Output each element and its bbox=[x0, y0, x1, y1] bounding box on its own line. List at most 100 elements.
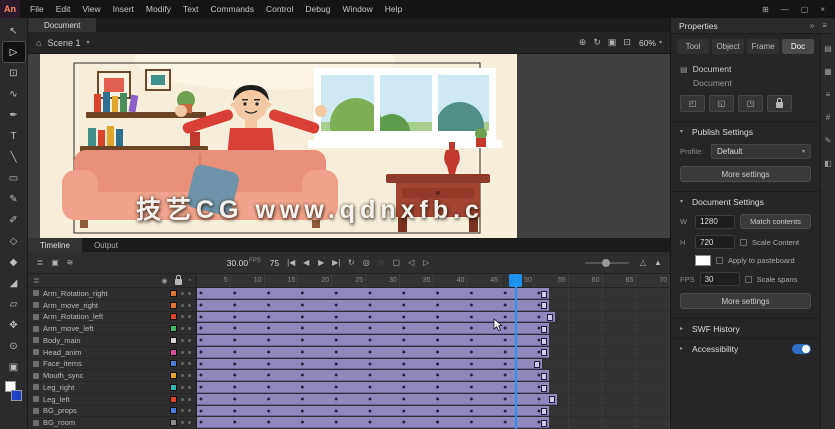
layer-name[interactable]: Arm_move_left bbox=[43, 323, 166, 334]
match-contents-button[interactable]: Match contents bbox=[740, 214, 811, 229]
layer-outline-color[interactable] bbox=[170, 336, 177, 344]
doc-more-settings-button[interactable]: More settings bbox=[680, 293, 811, 309]
swf-history-header[interactable]: ▸ SWF History bbox=[671, 319, 820, 338]
layer-outline-color[interactable] bbox=[170, 325, 177, 333]
layer-visibility-toggle[interactable] bbox=[181, 409, 184, 413]
zoom-control[interactable]: 60% ▾ bbox=[639, 38, 662, 48]
layer-name[interactable]: Leg_right bbox=[43, 382, 166, 393]
layer-outline-color[interactable] bbox=[170, 383, 177, 391]
layer-row[interactable]: Head_anim bbox=[28, 347, 196, 359]
rectangle-tool[interactable]: ▭ bbox=[3, 168, 25, 188]
menu-item[interactable]: Window bbox=[336, 0, 378, 18]
show-hide-all-icon[interactable]: ◉ bbox=[161, 277, 167, 285]
eyedropper-tool[interactable]: ◢ bbox=[3, 273, 25, 293]
menu-item[interactable]: Help bbox=[379, 0, 408, 18]
frame-row[interactable] bbox=[197, 370, 670, 382]
layer-row[interactable]: Leg_right bbox=[28, 382, 196, 394]
frame-span[interactable] bbox=[197, 382, 549, 393]
layer-outline-color[interactable] bbox=[170, 372, 177, 380]
layer-row[interactable]: BG_props bbox=[28, 406, 196, 418]
frame-span[interactable] bbox=[197, 346, 549, 358]
brush-tool[interactable]: ✐ bbox=[3, 210, 25, 230]
layer-name[interactable]: BG_room bbox=[43, 417, 166, 428]
profiles-icon[interactable]: ◱ bbox=[709, 95, 734, 112]
profile-select[interactable]: Default ▾ bbox=[711, 144, 811, 159]
text-tool[interactable]: T bbox=[3, 126, 25, 146]
collapse-panel-icon[interactable]: » bbox=[810, 21, 814, 30]
frame-row[interactable] bbox=[197, 346, 670, 359]
frame-span[interactable] bbox=[197, 393, 557, 405]
lock-all-icon[interactable] bbox=[174, 275, 182, 285]
publish-settings-icon[interactable]: ◰ bbox=[680, 95, 705, 112]
tab-timeline[interactable]: Timeline bbox=[28, 238, 82, 252]
layer-name[interactable]: Body_main bbox=[43, 335, 166, 346]
free-transform-tool[interactable]: ⊡ bbox=[3, 63, 25, 83]
layer-name[interactable]: Mouth_sync bbox=[43, 370, 166, 381]
clip-content-icon[interactable]: ▣ bbox=[608, 37, 617, 48]
layer-lock-toggle[interactable] bbox=[188, 362, 191, 366]
advanced-layers-icon[interactable]: ≋ bbox=[64, 255, 76, 271]
layer-lock-toggle[interactable] bbox=[188, 315, 191, 319]
layer-outline-color[interactable] bbox=[170, 407, 177, 415]
frame-ruler[interactable]: 5 10 15 20 25 30 35 40 45 50 55 60 65 70 bbox=[197, 274, 670, 288]
layer-visibility-toggle[interactable] bbox=[181, 350, 184, 354]
stage-color-swatch[interactable] bbox=[695, 255, 711, 266]
play-icon[interactable]: ▶ bbox=[315, 255, 327, 271]
layer-visibility-toggle[interactable] bbox=[181, 362, 184, 366]
frame-span[interactable] bbox=[197, 288, 549, 299]
frame-row[interactable] bbox=[197, 311, 670, 324]
menu-item[interactable]: Modify bbox=[140, 0, 177, 18]
workspace-icon[interactable]: ⊞ bbox=[762, 5, 769, 14]
menu-item[interactable]: Edit bbox=[50, 0, 77, 18]
layer-lock-toggle[interactable] bbox=[188, 397, 191, 401]
layer-outline-color[interactable] bbox=[170, 289, 177, 297]
tab-output[interactable]: Output bbox=[82, 238, 130, 252]
fit-view-icon[interactable]: ⊡ bbox=[623, 37, 631, 48]
frames-area[interactable]: 5 10 15 20 25 30 35 40 45 50 55 60 65 70 bbox=[197, 274, 670, 429]
subselection-tool[interactable]: ▷ bbox=[1, 41, 26, 63]
stage-pasteboard[interactable]: 技艺CG www.qdnxfb.c bbox=[28, 54, 670, 238]
layer-outline-color[interactable] bbox=[170, 419, 177, 427]
frame-zoom-slider[interactable] bbox=[585, 258, 630, 267]
menu-item[interactable]: View bbox=[76, 0, 106, 18]
scale-content-checkbox[interactable] bbox=[740, 238, 747, 246]
tab-frame[interactable]: Frame bbox=[747, 39, 779, 54]
layer-visibility-toggle[interactable] bbox=[181, 303, 184, 307]
layer-visibility-toggle[interactable] bbox=[181, 421, 184, 425]
layer-name[interactable]: Head_anim bbox=[43, 347, 166, 358]
scale-spans-checkbox[interactable] bbox=[744, 275, 752, 283]
frame-row[interactable] bbox=[197, 323, 670, 335]
frame-row[interactable] bbox=[197, 382, 670, 394]
color-panel-icon[interactable]: ▤ bbox=[824, 44, 832, 53]
align-panel-icon[interactable]: ≡ bbox=[826, 90, 831, 99]
rotation-icon[interactable]: ↻ bbox=[593, 37, 601, 48]
layer-lock-toggle[interactable] bbox=[188, 327, 191, 331]
layer-outline-color[interactable] bbox=[170, 395, 177, 403]
layer-row[interactable]: Arm_Rotation_left bbox=[28, 312, 196, 324]
camera-icon[interactable]: ▣ bbox=[49, 255, 61, 271]
swatches-panel-icon[interactable]: ▦ bbox=[824, 67, 832, 76]
zoom-in-frames-icon[interactable]: ▲ bbox=[652, 255, 664, 271]
zoom-tool[interactable]: ⊙ bbox=[3, 336, 25, 356]
layer-name[interactable]: Arm_Rotation_left bbox=[43, 311, 166, 322]
layer-row[interactable]: BG_room bbox=[28, 417, 196, 429]
document-settings-header[interactable]: ▾ Document Settings bbox=[671, 192, 820, 211]
publish-more-settings-button[interactable]: More settings bbox=[680, 166, 811, 182]
layer-row[interactable]: Leg_left bbox=[28, 394, 196, 406]
layer-lock-toggle[interactable] bbox=[188, 338, 191, 342]
frame-span[interactable] bbox=[197, 405, 549, 417]
onion-outline-icon[interactable]: ◌ bbox=[375, 255, 387, 271]
layer-outline-color[interactable] bbox=[170, 348, 177, 356]
pencil-tool[interactable]: ✎ bbox=[3, 189, 25, 209]
tab-doc[interactable]: Doc bbox=[782, 39, 814, 54]
layer-visibility-toggle[interactable] bbox=[181, 385, 184, 389]
brushes-panel-icon[interactable]: ✎ bbox=[825, 136, 832, 145]
layer-visibility-toggle[interactable] bbox=[181, 291, 184, 295]
layer-row[interactable]: Face_items bbox=[28, 359, 196, 371]
frame-span[interactable] bbox=[197, 358, 542, 370]
menu-item[interactable]: Control bbox=[260, 0, 299, 18]
frame-row[interactable] bbox=[197, 288, 670, 300]
layer-lock-toggle[interactable] bbox=[188, 291, 191, 295]
layer-name[interactable]: Face_items bbox=[43, 358, 166, 369]
pen-tool[interactable]: ✒ bbox=[3, 105, 25, 125]
